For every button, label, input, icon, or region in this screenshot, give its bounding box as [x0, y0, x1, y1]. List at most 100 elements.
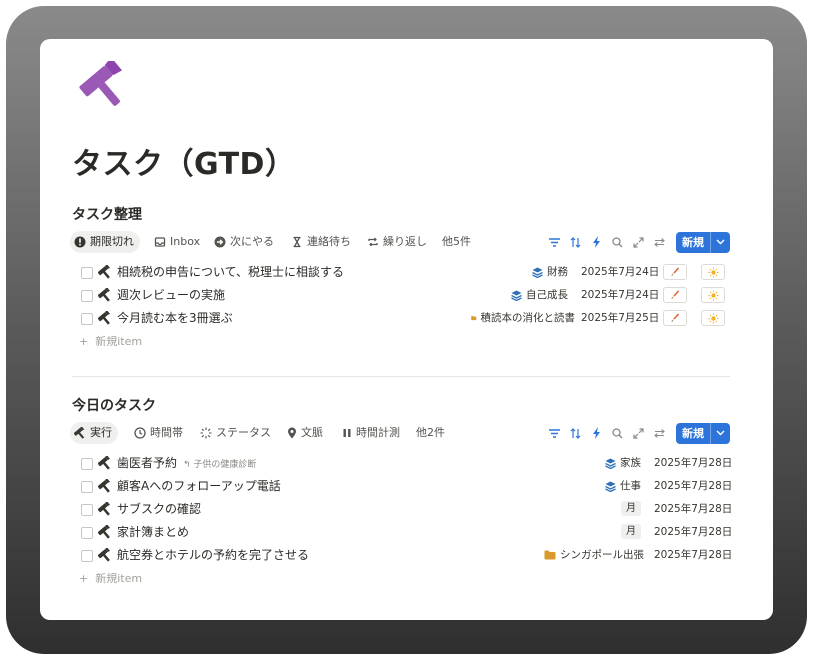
- parent-task-link[interactable]: ↰ 子供の健康診断: [183, 460, 256, 470]
- brush-icon[interactable]: [663, 264, 687, 280]
- sun-icon[interactable]: [701, 264, 725, 280]
- inbox-icon: [154, 237, 166, 247]
- tab-label: 実行: [90, 426, 112, 439]
- tab-label: Inbox: [170, 235, 201, 248]
- map-pin-icon: [288, 427, 296, 439]
- sort-icon[interactable]: [569, 236, 582, 249]
- hammer-icon: [98, 311, 110, 325]
- table-row[interactable]: 歯医者予約 ↰ 子供の健康診断 家族 2025年7月28日: [72, 453, 732, 476]
- hammer-icon[interactable]: [77, 61, 129, 109]
- brush-icon[interactable]: [663, 310, 687, 326]
- brush-icon[interactable]: [663, 287, 687, 303]
- checkbox[interactable]: [81, 550, 93, 562]
- task-name[interactable]: 相続税の申告について、税理士に相談する: [117, 262, 344, 282]
- area-tag[interactable]: 自己成長: [511, 286, 575, 304]
- checkbox[interactable]: [81, 313, 93, 325]
- automation-icon[interactable]: [590, 236, 603, 249]
- tab-time-tracking[interactable]: 時間計測: [342, 422, 400, 444]
- task-name[interactable]: 歯医者予約 ↰ 子供の健康診断: [117, 453, 256, 475]
- new-item-button[interactable]: + 新規item: [72, 568, 730, 590]
- tab-execute[interactable]: 実行: [70, 422, 118, 444]
- tab-next[interactable]: 次にやる: [214, 231, 274, 253]
- checkbox[interactable]: [81, 267, 93, 279]
- today-tasks-section: 今日のタスク 実行 時間帯 ステータス 文脈 時間計測 他2件 新規 歯医者予約…: [70, 396, 733, 590]
- area-tag[interactable]: 仕事: [605, 477, 645, 495]
- expand-icon[interactable]: [632, 427, 645, 440]
- new-item-button[interactable]: + 新規item: [72, 331, 730, 353]
- filter-icon[interactable]: [548, 427, 561, 440]
- hammer-icon: [98, 288, 110, 302]
- task-name[interactable]: 顧客Aへのフォローアップ電話: [117, 476, 281, 496]
- checkbox[interactable]: [81, 290, 93, 302]
- tab-inbox[interactable]: Inbox: [154, 231, 200, 253]
- tab-more[interactable]: 他2件: [416, 422, 445, 444]
- view-toolbar: 新規: [548, 422, 730, 444]
- task-name[interactable]: サブスクの確認: [117, 499, 201, 519]
- section-title: 今日のタスク: [72, 398, 156, 414]
- task-name[interactable]: 航空券とホテルの予約を完了させる: [117, 545, 309, 565]
- page-title: タスク（GTD）: [72, 147, 296, 182]
- tab-status[interactable]: ステータス: [200, 422, 271, 444]
- tag-label: 積読本の消化と読書: [480, 312, 576, 324]
- task-name[interactable]: 週次レビューの実施: [117, 285, 225, 305]
- table-row[interactable]: 相続税の申告について、税理士に相談する 財務 2025年7月24日: [72, 262, 730, 285]
- new-button[interactable]: 新規: [676, 422, 730, 444]
- checkbox[interactable]: [81, 481, 93, 493]
- divider: [72, 376, 730, 377]
- table-row[interactable]: サブスクの確認 月 2025年7月28日: [72, 499, 732, 522]
- stack-icon: [605, 481, 616, 492]
- task-list: 相続税の申告について、税理士に相談する 財務 2025年7月24日 週次レビュー…: [72, 262, 730, 353]
- stack-icon: [532, 267, 543, 278]
- recurrence-badge[interactable]: 月: [621, 501, 641, 516]
- automation-icon[interactable]: [590, 427, 603, 440]
- checkbox[interactable]: [81, 458, 93, 470]
- tag-label: 自己成長: [526, 289, 568, 301]
- task-name[interactable]: 今月読む本を3冊選ぶ: [117, 308, 233, 328]
- table-row[interactable]: 顧客Aへのフォローアップ電話 仕事 2025年7月28日: [72, 476, 732, 499]
- new-button[interactable]: 新規: [676, 231, 730, 253]
- sun-icon[interactable]: [701, 310, 725, 326]
- project-tag[interactable]: 積読本の消化と読書: [471, 309, 575, 327]
- tab-label: 他5件: [442, 235, 471, 248]
- area-tag[interactable]: 財務: [532, 263, 572, 281]
- search-icon[interactable]: [611, 427, 624, 440]
- expand-icon[interactable]: [632, 236, 645, 249]
- tag-label: 財務: [547, 266, 568, 278]
- filter-icon[interactable]: [548, 236, 561, 249]
- tab-label: 他2件: [416, 426, 445, 439]
- task-name[interactable]: 家計簿まとめ: [117, 522, 189, 542]
- tab-label: 繰り返し: [383, 235, 427, 248]
- task-organize-section: タスク整理 期限切れ Inbox 次にやる 連絡待ち 繰り返し 他5件 新規 相…: [70, 205, 730, 353]
- table-row[interactable]: 今月読む本を3冊選ぶ 積読本の消化と読書 2025年7月25日: [72, 308, 730, 331]
- area-tag[interactable]: 家族: [605, 454, 645, 472]
- chevron-down-icon[interactable]: [710, 422, 730, 444]
- tab-label: 次にやる: [230, 235, 274, 248]
- new-button-label: 新規: [682, 427, 704, 440]
- table-row[interactable]: 航空券とホテルの予約を完了させる シンガポール出張 2025年7月28日: [72, 545, 733, 568]
- tab-repeat[interactable]: 繰り返し: [367, 231, 427, 253]
- due-date: 2025年7月25日: [581, 312, 660, 324]
- stack-icon: [605, 458, 616, 469]
- table-row[interactable]: 家計簿まとめ 月 2025年7月28日: [72, 522, 732, 545]
- tab-label: 時間計測: [356, 426, 400, 439]
- tab-context[interactable]: 文脈: [287, 422, 323, 444]
- chevron-down-icon[interactable]: [710, 231, 730, 253]
- tab-more[interactable]: 他5件: [442, 231, 471, 253]
- settings-sliders-icon[interactable]: [653, 236, 666, 249]
- sort-icon[interactable]: [569, 427, 582, 440]
- tab-waiting[interactable]: 連絡待ち: [291, 231, 351, 253]
- checkbox[interactable]: [81, 527, 93, 539]
- search-icon[interactable]: [611, 236, 624, 249]
- checkbox[interactable]: [81, 504, 93, 516]
- recurrence-badge[interactable]: 月: [621, 524, 641, 539]
- sun-icon[interactable]: [701, 287, 725, 303]
- due-date: 2025年7月28日: [654, 549, 733, 561]
- settings-sliders-icon[interactable]: [653, 427, 666, 440]
- tab-overdue[interactable]: 期限切れ: [70, 231, 140, 253]
- loader-icon: [200, 427, 212, 439]
- project-tag[interactable]: シンガポール出張: [544, 546, 648, 564]
- tab-label: 連絡待ち: [307, 235, 351, 248]
- table-row[interactable]: 週次レビューの実施 自己成長 2025年7月24日: [72, 285, 730, 308]
- new-button-label: 新規: [682, 236, 704, 249]
- tab-time-slot[interactable]: 時間帯: [134, 422, 183, 444]
